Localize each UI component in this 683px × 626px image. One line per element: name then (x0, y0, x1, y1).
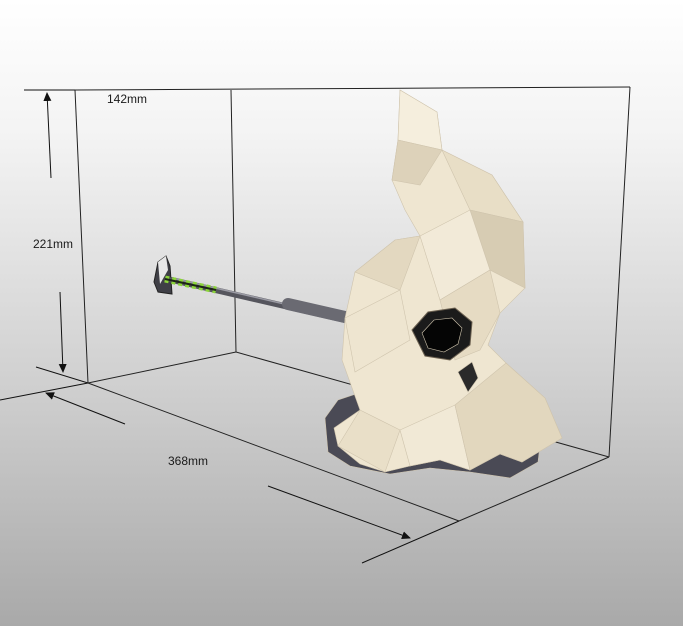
height-dim-bottom-tick (35, 366, 89, 384)
width-dim-right-tick (361, 520, 460, 564)
width-arrow-right (267, 485, 411, 540)
sword-guard (282, 298, 351, 323)
width-arrow-left (45, 392, 126, 425)
height-arrow-up (43, 92, 52, 179)
box-edge-back-left (74, 89, 89, 384)
width-dim-left-tick (0, 382, 89, 401)
box-edge-floor-back (87, 351, 237, 384)
facet-horn (397, 89, 443, 151)
box-edge-back-mid (230, 89, 237, 353)
box-edge-right-vertical (608, 86, 631, 458)
scene-canvas (0, 86, 631, 564)
height-arrow-down (58, 291, 67, 373)
ghost-model (324, 89, 563, 479)
depth-dimension-label: 142mm (107, 92, 148, 106)
height-dimension-label: 221mm (33, 237, 74, 251)
sword-prop (153, 255, 351, 323)
box-edge-back-top (74, 86, 631, 91)
sword-grip-core (164, 278, 217, 291)
width-dimension-label: 368mm (168, 454, 209, 468)
3d-viewport[interactable]: 142mm 221mm 368mm (0, 0, 683, 626)
